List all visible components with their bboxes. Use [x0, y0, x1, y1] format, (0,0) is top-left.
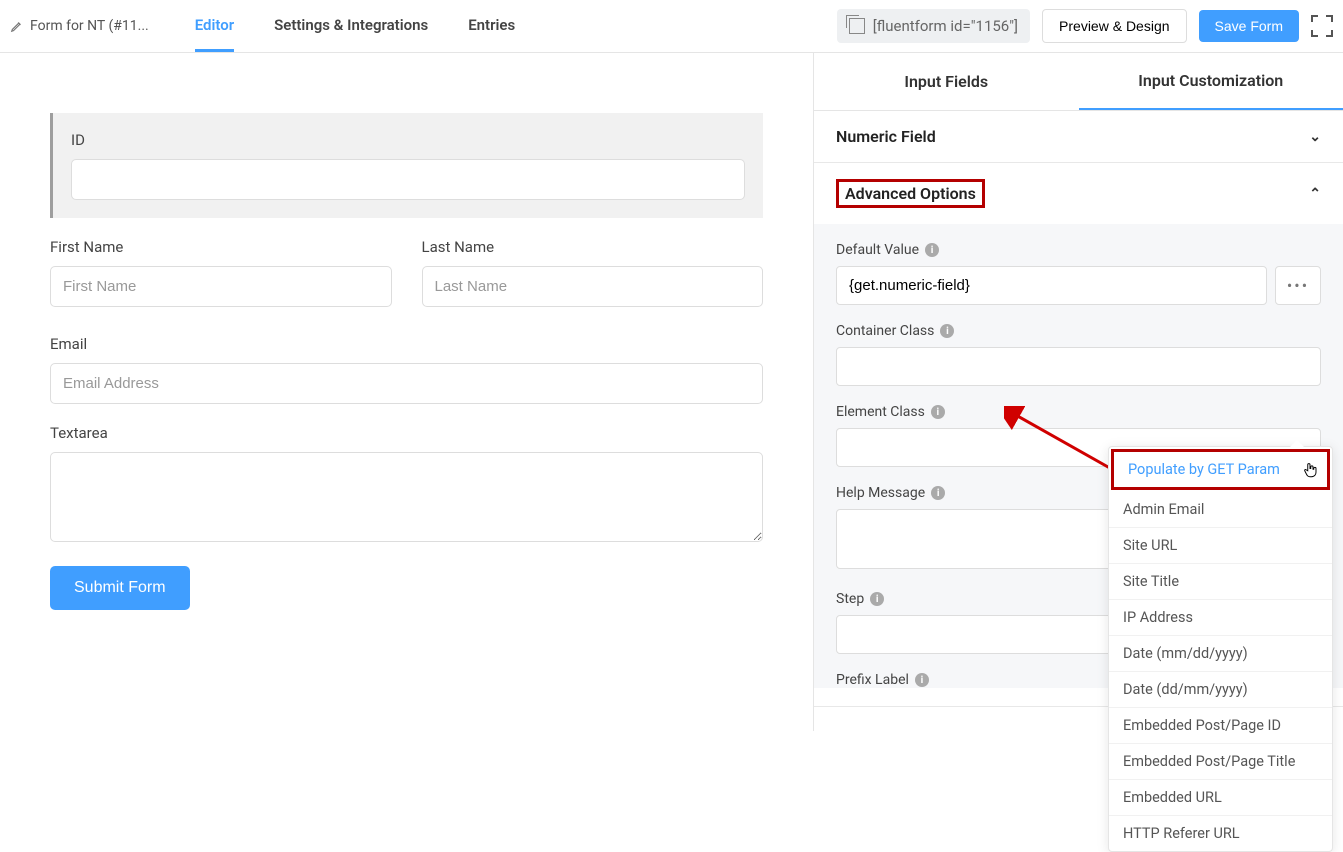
info-icon[interactable]: i — [870, 592, 884, 606]
fullscreen-icon[interactable] — [1311, 15, 1333, 37]
info-icon[interactable]: i — [931, 405, 945, 419]
panel-tab-input-customization[interactable]: Input Customization — [1079, 53, 1343, 110]
popover-item-post-title[interactable]: Embedded Post/Page Title — [1109, 744, 1332, 780]
email-label: Email — [50, 335, 763, 353]
popover-item-post-id[interactable]: Embedded Post/Page ID — [1109, 708, 1332, 744]
shortcode-text: [fluentform id="1156"] — [873, 17, 1018, 35]
field-id-input[interactable] — [71, 159, 745, 200]
last-name-label: Last Name — [422, 238, 764, 256]
chevron-down-icon: ⌄ — [1309, 129, 1321, 145]
info-icon[interactable]: i — [940, 324, 954, 338]
email-input[interactable] — [50, 363, 763, 404]
copy-icon — [849, 18, 865, 34]
option-container-class: Container Class i — [836, 323, 1321, 386]
tab-editor[interactable]: Editor — [195, 1, 234, 52]
default-value-input[interactable] — [836, 266, 1267, 305]
container-class-label: Container Class i — [836, 323, 1321, 339]
submit-button[interactable]: Submit Form — [50, 566, 190, 610]
element-class-label: Element Class i — [836, 404, 1321, 420]
advanced-options-title: Advanced Options — [836, 179, 985, 208]
popover-item-referer-url[interactable]: HTTP Referer URL — [1109, 816, 1332, 851]
container-class-input[interactable] — [836, 347, 1321, 386]
accordion-head-advanced[interactable]: Advanced Options ⌃ — [814, 163, 1343, 224]
panel-tab-input-fields[interactable]: Input Fields — [814, 53, 1079, 110]
last-name-input[interactable] — [422, 266, 764, 307]
popover-item-site-url[interactable]: Site URL — [1109, 528, 1332, 564]
save-form-button[interactable]: Save Form — [1199, 10, 1299, 42]
popover-item-admin-email[interactable]: Admin Email — [1109, 492, 1332, 528]
accordion-head-numeric[interactable]: Numeric Field ⌄ — [814, 111, 1343, 162]
popover-item-site-title[interactable]: Site Title — [1109, 564, 1332, 600]
popover-item-date-us[interactable]: Date (mm/dd/yyyy) — [1109, 636, 1332, 672]
panel-tabs: Input Fields Input Customization — [814, 53, 1343, 111]
field-id-label: ID — [71, 131, 745, 149]
cursor-hand-icon — [1301, 460, 1319, 480]
form-title-text: Form for NT (#11... — [30, 18, 149, 34]
field-first-name[interactable]: First Name — [50, 238, 392, 307]
name-row: First Name Last Name — [50, 238, 763, 307]
textarea-label: Textarea — [50, 424, 763, 442]
panel-body: Numeric Field ⌄ Advanced Options ⌃ Defau… — [814, 111, 1343, 731]
numeric-field-title: Numeric Field — [836, 127, 936, 146]
shortcode-popover: Populate by GET Param Admin Email Site U… — [1108, 446, 1333, 852]
first-name-label: First Name — [50, 238, 392, 256]
chevron-up-icon: ⌃ — [1309, 186, 1321, 202]
option-default-value: Default Value i ••• — [836, 242, 1321, 305]
top-bar: Form for NT (#11... Editor Settings & In… — [0, 0, 1343, 53]
textarea-input[interactable] — [50, 452, 763, 542]
info-icon[interactable]: i — [915, 673, 929, 687]
popover-item-embedded-url[interactable]: Embedded URL — [1109, 780, 1332, 816]
field-id[interactable]: ID — [50, 113, 763, 218]
field-email[interactable]: Email — [50, 335, 763, 404]
popover-item-date-intl[interactable]: Date (dd/mm/yyyy) — [1109, 672, 1332, 708]
field-textarea[interactable]: Textarea — [50, 424, 763, 546]
info-icon[interactable]: i — [925, 243, 939, 257]
topbar-right: [fluentform id="1156"] Preview & Design … — [837, 9, 1333, 43]
popover-item-populate-get[interactable]: Populate by GET Param — [1111, 449, 1330, 490]
field-last-name[interactable]: Last Name — [422, 238, 764, 307]
popover-item-ip-address[interactable]: IP Address — [1109, 600, 1332, 636]
form-title[interactable]: Form for NT (#11... — [10, 18, 149, 34]
more-options-button[interactable]: ••• — [1275, 266, 1321, 305]
pencil-icon — [10, 19, 24, 33]
side-panel: Input Fields Input Customization Numeric… — [813, 53, 1343, 731]
default-value-label: Default Value i — [836, 242, 1321, 258]
main-tabs: Editor Settings & Integrations Entries — [195, 1, 515, 52]
tab-entries[interactable]: Entries — [468, 1, 515, 52]
main-area: ID First Name Last Name Email Textarea S… — [0, 53, 1343, 731]
tab-settings[interactable]: Settings & Integrations — [274, 1, 428, 52]
preview-design-button[interactable]: Preview & Design — [1042, 9, 1187, 43]
first-name-input[interactable] — [50, 266, 392, 307]
accordion-numeric-field: Numeric Field ⌄ — [814, 111, 1343, 163]
shortcode-box[interactable]: [fluentform id="1156"] — [837, 9, 1030, 43]
form-canvas: ID First Name Last Name Email Textarea S… — [0, 53, 813, 731]
info-icon[interactable]: i — [931, 486, 945, 500]
